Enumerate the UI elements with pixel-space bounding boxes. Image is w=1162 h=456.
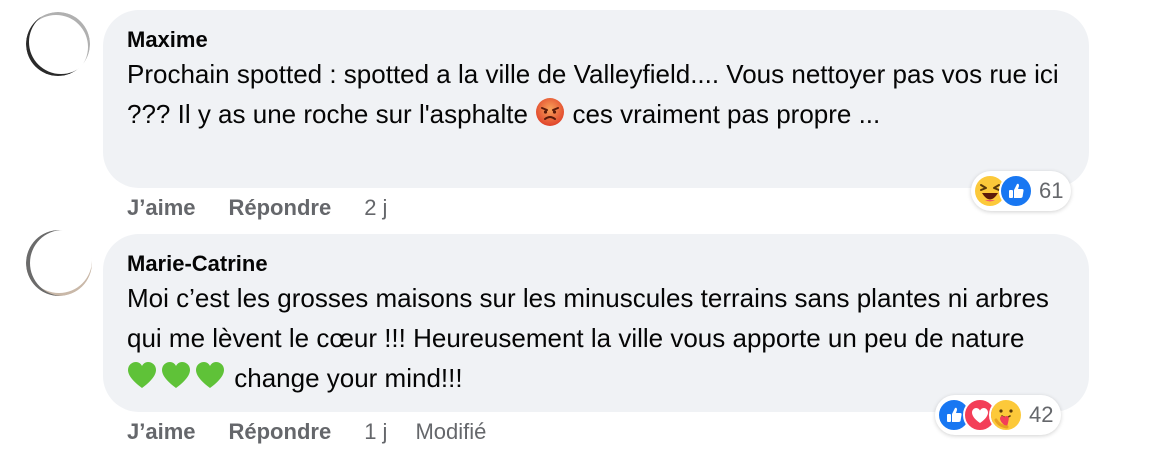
like-thumb-icon bbox=[999, 174, 1033, 208]
comment-timestamp[interactable]: 1 j bbox=[364, 419, 387, 445]
reply-button[interactable]: Répondre bbox=[229, 195, 332, 221]
comment-actions: J’aime Répondre 1 j Modifié bbox=[127, 419, 486, 445]
reaction-count: 61 bbox=[1039, 178, 1064, 203]
comment-timestamp[interactable]: 2 j bbox=[364, 195, 387, 221]
comment-bubble: Maxime Prochain spotted : spotted a la v… bbox=[103, 10, 1089, 188]
avatar[interactable] bbox=[26, 230, 92, 296]
green-heart-icon bbox=[127, 361, 227, 402]
comment-text-part: ces vraiment pas propre ... bbox=[572, 99, 881, 129]
comment-actions: J’aime Répondre 2 j bbox=[127, 195, 387, 221]
reaction-count: 42 bbox=[1029, 402, 1054, 427]
reactions-summary[interactable]: 61 bbox=[971, 171, 1072, 211]
comment-text: Moi c’est les grosses maisons sur les mi… bbox=[127, 278, 1065, 402]
avatar[interactable] bbox=[26, 12, 90, 76]
edited-label[interactable]: Modifié bbox=[415, 419, 486, 445]
care-face-icon bbox=[989, 398, 1023, 432]
comment-text-part: change your mind!!! bbox=[234, 363, 463, 393]
comment-author[interactable]: Marie-Catrine bbox=[127, 250, 1065, 278]
comment-bubble: Marie-Catrine Moi c’est les grosses mais… bbox=[103, 234, 1089, 412]
comment-text: Prochain spotted : spotted a la ville de… bbox=[127, 54, 1065, 138]
comment-author[interactable]: Maxime bbox=[127, 26, 1065, 54]
like-button[interactable]: J’aime bbox=[127, 419, 196, 445]
angry-face-icon bbox=[535, 97, 565, 138]
reactions-summary[interactable]: 42 bbox=[935, 395, 1062, 435]
reply-button[interactable]: Répondre bbox=[229, 419, 332, 445]
comment-text-part: Moi c’est les grosses maisons sur les mi… bbox=[127, 283, 1049, 353]
like-button[interactable]: J’aime bbox=[127, 195, 196, 221]
